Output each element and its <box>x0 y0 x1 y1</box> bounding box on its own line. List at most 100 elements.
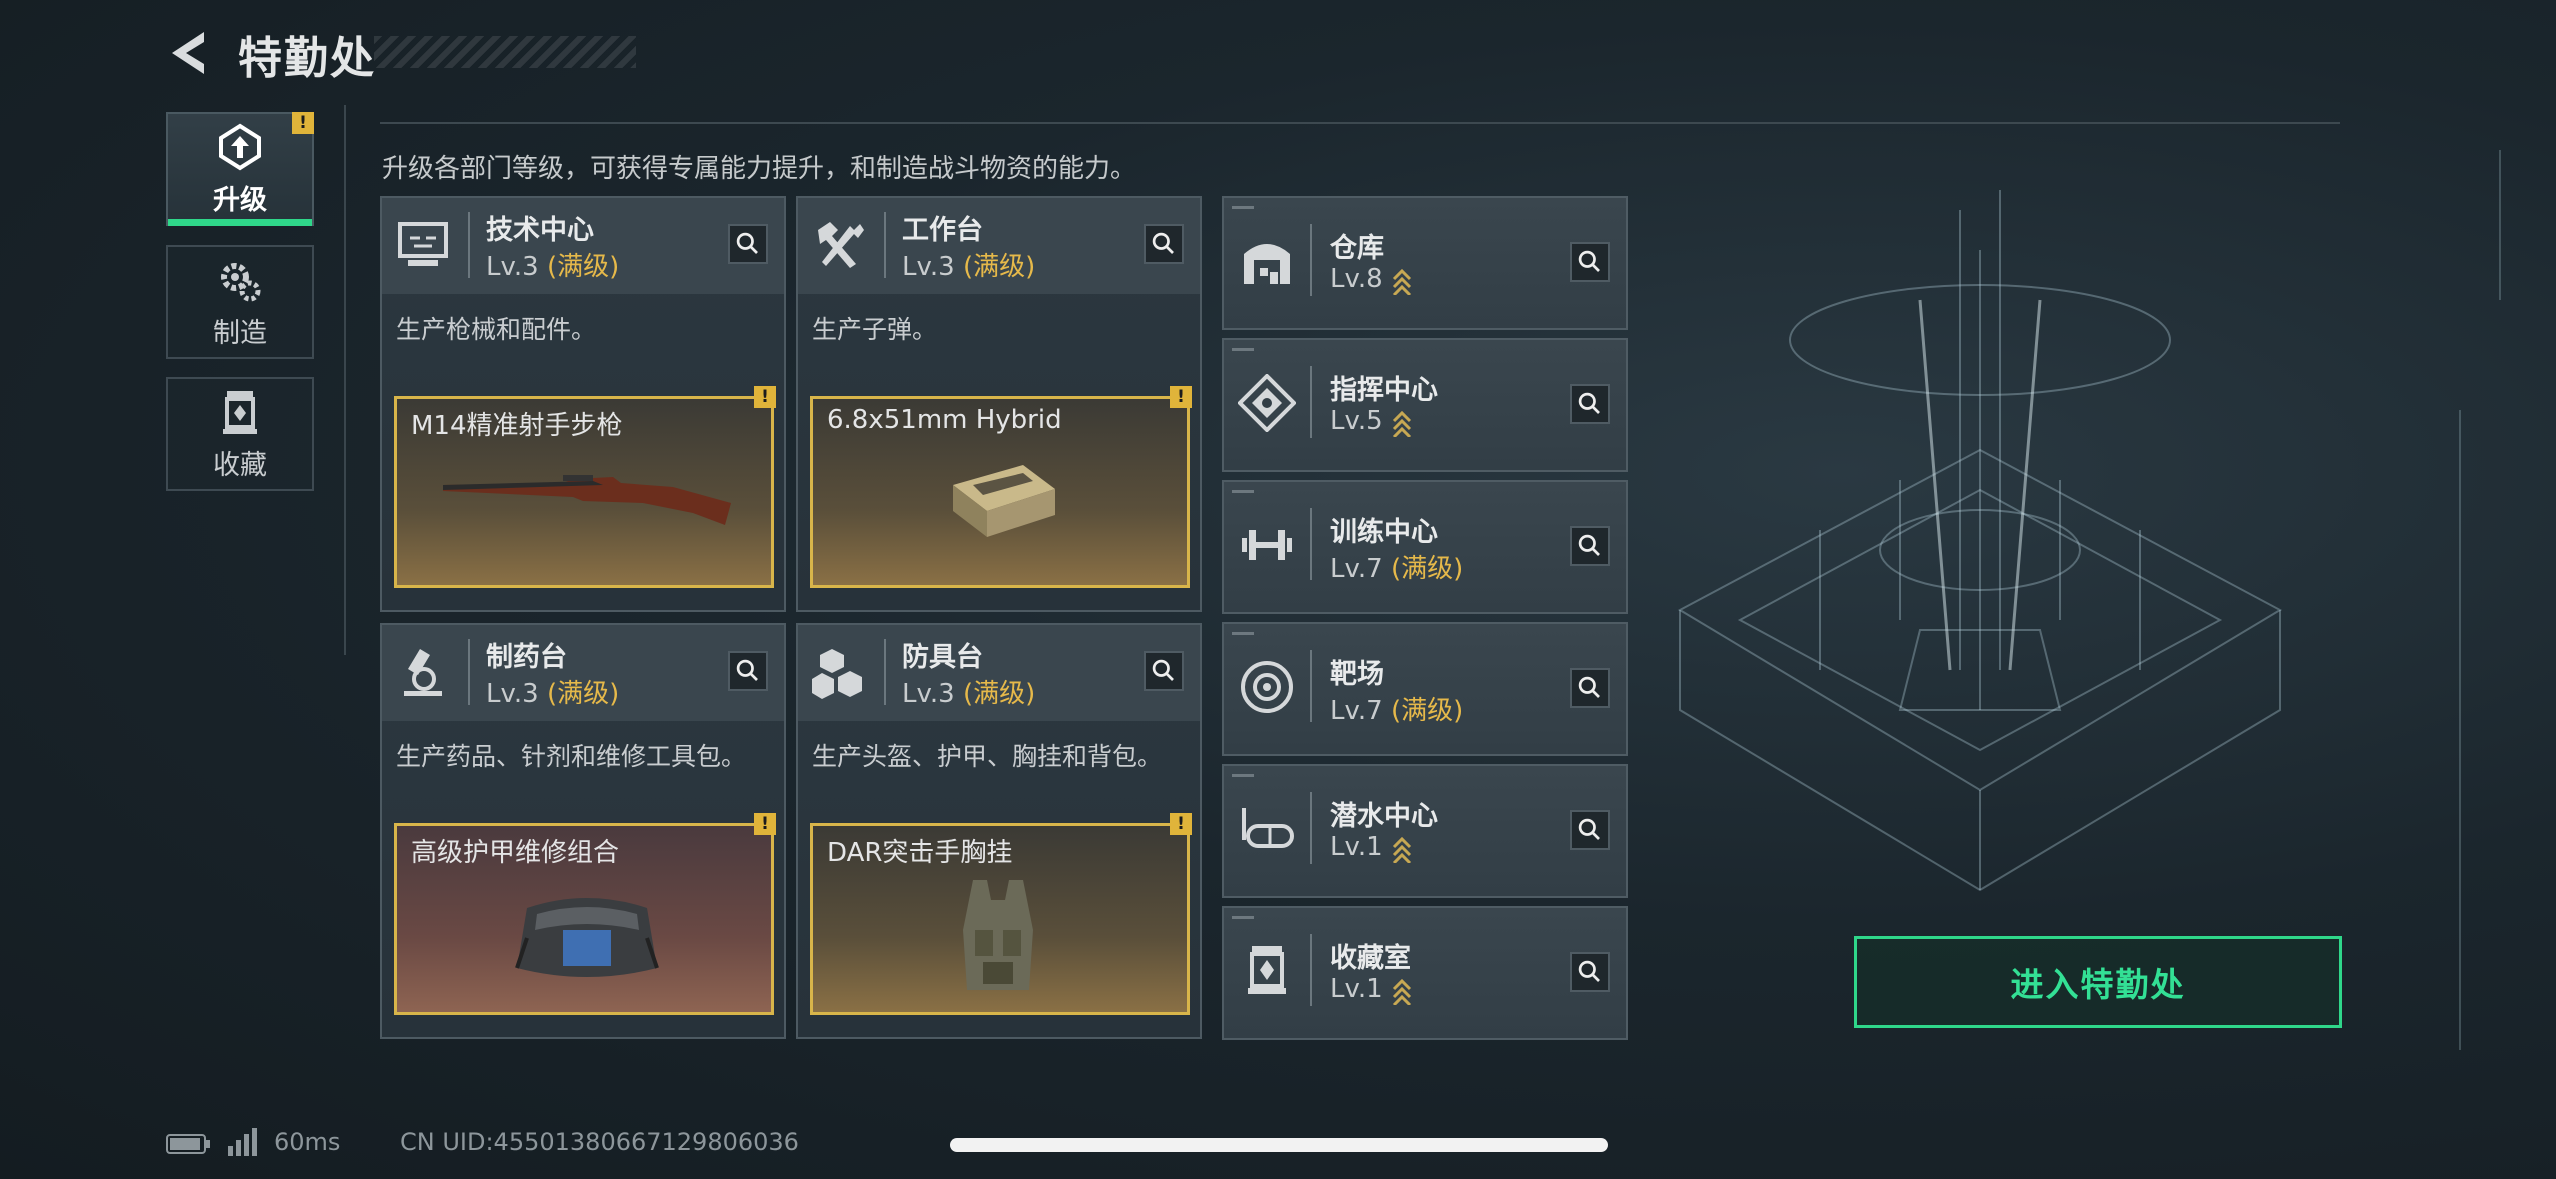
craft-item-card[interactable]: 6.8x51mm Hybrid <box>810 396 1190 588</box>
facility-name: 潜水中心 <box>1330 801 1438 832</box>
department-name: 技术中心 <box>486 215 594 246</box>
warning-badge: ! <box>754 386 776 408</box>
armor-blocks-icon <box>812 649 862 699</box>
enter-special-ops-button[interactable]: 进入特勤处 <box>1854 936 2342 1028</box>
page-title: 特勤处 <box>238 33 376 84</box>
craft-item-card[interactable]: DAR突击手胸挂 <box>810 823 1190 1015</box>
search-icon[interactable] <box>1570 384 1610 424</box>
department-description: 生产子弹。 <box>812 315 938 344</box>
microscope-icon <box>404 649 442 696</box>
tab-collection[interactable]: 收藏 <box>166 377 314 491</box>
card-decoration <box>1232 206 1254 209</box>
warning-badge: ! <box>754 813 776 835</box>
department-description: 生产枪械和配件。 <box>396 315 597 344</box>
facility-card-command-center[interactable]: 指挥中心 Lv.5 <box>1222 338 1628 472</box>
facility-card-warehouse[interactable]: 仓库 Lv.8 <box>1222 196 1628 330</box>
card-separator <box>1310 224 1312 296</box>
repair-kit-bag-image <box>515 898 659 977</box>
title-decoration <box>374 36 636 68</box>
user-uid: CN UID:4550138066712980​6036 <box>400 1128 799 1156</box>
department-level: Lv.3 (满级) <box>486 252 620 282</box>
department-name: 防具台 <box>902 642 983 673</box>
facility-card-diving-center[interactable]: 潜水中心 Lv.1 <box>1222 764 1628 898</box>
rifle-image <box>443 475 731 525</box>
facility-card-collection-room[interactable]: 收藏室 Lv.1 <box>1222 906 1628 1040</box>
facility-level: Lv.8 <box>1330 264 1413 295</box>
signal-icon <box>228 1128 257 1156</box>
craft-item-name: 6.8x51mm Hybrid <box>827 405 1062 435</box>
department-card-pharmacy[interactable]: 制药台 Lv.3 (满级) 生产药品、针剂和维修工具包。 高级护甲维修组合 ! <box>380 623 786 1039</box>
card-separator <box>1310 650 1312 722</box>
card-separator <box>1310 792 1312 864</box>
facility-card-shooting-range[interactable]: 靶场 Lv.7 (满级) <box>1222 622 1628 756</box>
facility-card-training-center[interactable]: 训练中心 Lv.7 (满级) <box>1222 480 1628 614</box>
department-card-armor-bench[interactable]: 防具台 Lv.3 (满级) 生产头盔、护甲、胸挂和背包。 DAR突击手胸挂 ! <box>796 623 1202 1039</box>
warning-badge: ! <box>1170 386 1192 408</box>
facility-level: Lv.1 <box>1330 974 1413 1005</box>
back-arrow-icon[interactable] <box>164 28 214 78</box>
department-level: Lv.3 (满级) <box>486 679 620 709</box>
target-icon <box>1241 661 1293 713</box>
facility-level: Lv.5 <box>1330 406 1413 437</box>
card-separator <box>884 212 886 278</box>
tab-upgrade-label: 升级 <box>213 184 267 216</box>
craft-item-name: DAR突击手胸挂 <box>827 838 1013 868</box>
card-separator <box>1310 366 1312 438</box>
facility-wireframe-illustration <box>1677 150 2501 1050</box>
upgrade-chevron-icon <box>1392 410 1411 437</box>
tools-icon <box>818 222 864 268</box>
dumbbell-icon <box>1242 530 1292 560</box>
department-level: Lv.3 (满级) <box>902 252 1036 282</box>
divider <box>344 105 346 655</box>
craft-item-name: M14精准射手步枪 <box>411 411 623 441</box>
facility-name: 收藏室 <box>1330 943 1411 974</box>
facility-name: 靶场 <box>1330 659 1384 690</box>
facility-level: Lv.1 <box>1330 832 1413 863</box>
upgrade-icon <box>219 123 261 170</box>
department-card-workbench[interactable]: 工作台 Lv.3 (满级) 生产子弹。 6.8x51mm Hybrid ! <box>796 196 1202 612</box>
card-decoration <box>1232 916 1254 919</box>
search-icon[interactable] <box>1570 668 1610 708</box>
display-case-icon <box>1248 946 1286 994</box>
craft-item-card[interactable]: M14精准射手步枪 <box>394 396 774 588</box>
card-separator <box>468 212 470 278</box>
department-name: 工作台 <box>902 215 983 246</box>
search-icon[interactable] <box>1570 952 1610 992</box>
gears-icon <box>221 262 261 301</box>
search-icon[interactable] <box>728 224 768 264</box>
chest-rig-image <box>963 880 1033 990</box>
warehouse-icon <box>1244 244 1290 284</box>
search-icon[interactable] <box>1570 810 1610 850</box>
command-icon <box>1238 374 1296 432</box>
card-decoration <box>1232 632 1254 635</box>
card-decoration <box>1232 348 1254 351</box>
card-separator <box>1310 508 1312 580</box>
warning-badge: ! <box>1170 813 1192 835</box>
ammo-box-image <box>953 465 1055 537</box>
department-level: Lv.3 (满级) <box>902 679 1036 709</box>
department-name: 制药台 <box>486 642 567 673</box>
craft-item-card[interactable]: 高级护甲维修组合 <box>394 823 774 1015</box>
tab-collection-label: 收藏 <box>213 449 267 481</box>
computer-icon <box>398 222 448 266</box>
search-icon[interactable] <box>1570 242 1610 282</box>
department-card-tech-center[interactable]: 技术中心 Lv.3 (满级) 生产枪械和配件。 M14精准射手步枪 ! <box>380 196 786 612</box>
collection-icon <box>223 390 257 434</box>
card-separator <box>468 639 470 705</box>
search-icon[interactable] <box>1570 526 1610 566</box>
divider <box>380 122 2340 124</box>
card-separator <box>884 639 886 705</box>
page-description: 升级各部门等级，可获得专属能力提升，和制造战斗物资的能力。 <box>382 154 1137 184</box>
department-description: 生产头盔、护甲、胸挂和背包。 <box>812 742 1163 771</box>
battery-icon <box>166 1134 210 1154</box>
craft-item-name: 高级护甲维修组合 <box>411 838 620 868</box>
search-icon[interactable] <box>1144 224 1184 264</box>
facility-level: Lv.7 (满级) <box>1330 554 1464 584</box>
search-icon[interactable] <box>1144 651 1184 691</box>
card-separator <box>1310 934 1312 1006</box>
search-icon[interactable] <box>728 651 768 691</box>
tab-craft[interactable]: 制造 <box>166 245 314 359</box>
tab-craft-label: 制造 <box>213 317 267 349</box>
home-indicator[interactable] <box>950 1138 1608 1152</box>
ping-value: 60ms <box>274 1128 341 1156</box>
